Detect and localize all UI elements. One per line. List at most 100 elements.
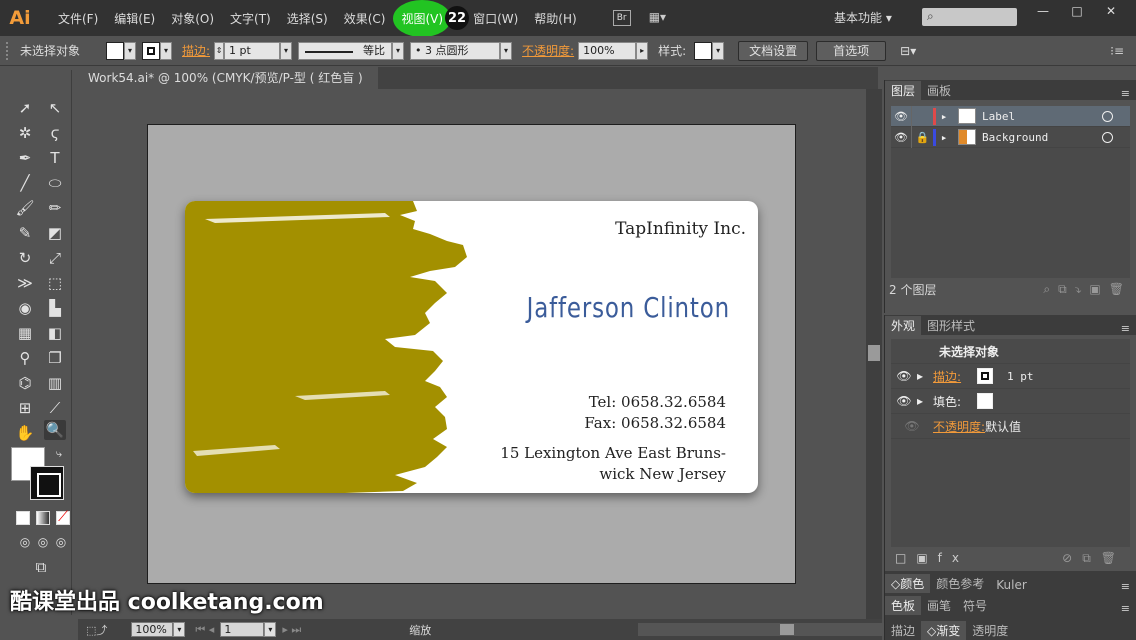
menu-view[interactable]: 视图(V) xyxy=(393,0,452,37)
horizontal-scroll-thumb[interactable] xyxy=(780,624,794,635)
type-tool-icon[interactable]: T xyxy=(44,148,66,168)
appearance-stroke-value[interactable]: 1 pt xyxy=(1007,370,1034,383)
appearance-opacity-row[interactable]: 👁 不透明度: 默认值 xyxy=(891,414,1130,439)
perspective-grid-tool-icon[interactable]: ▙ xyxy=(44,298,66,318)
slice-tool-icon[interactable]: ⟋ xyxy=(44,398,66,418)
panel-menu-icon[interactable]: ≡ xyxy=(1121,580,1130,593)
tab-artboards[interactable]: 画板 xyxy=(921,81,957,100)
opacity-dropdown[interactable]: ▸ xyxy=(636,41,649,60)
ellipse-tool-icon[interactable]: ⬭ xyxy=(44,173,66,193)
appearance-fill-swatch[interactable] xyxy=(977,393,993,409)
preferences-button[interactable]: 首选项 xyxy=(816,40,887,61)
tab-transparency[interactable]: 透明度 xyxy=(966,621,1014,640)
page-dropdown[interactable]: ▾ xyxy=(264,622,277,637)
pen-tool-icon[interactable]: ✒ xyxy=(14,148,36,168)
document-tab[interactable]: Work54.ai* @ 100% (CMYK/预览/P-型 ( 红色盲 ) )… xyxy=(78,67,378,107)
menu-window[interactable]: 窗口(W) xyxy=(465,10,526,27)
eye-icon[interactable]: 👁 xyxy=(891,106,911,127)
business-card[interactable]: TapInfinity Inc. Jafferson Clinton Tel: … xyxy=(185,201,758,493)
tab-appearance[interactable]: 外观 xyxy=(885,316,922,335)
tab-swatches[interactable]: 色板 xyxy=(885,596,922,615)
target-icon[interactable] xyxy=(1102,131,1113,143)
tab-graphic-styles[interactable]: 图形样式 xyxy=(921,316,981,335)
eye-icon[interactable]: 👁 xyxy=(891,369,917,383)
tab-symbols[interactable]: 符号 xyxy=(957,596,993,615)
paintbrush-tool-icon[interactable]: 🖌 xyxy=(14,198,36,218)
appearance-actions-icons[interactable]: □▣fx xyxy=(895,551,969,565)
line-tool-icon[interactable]: ╱ xyxy=(14,173,36,193)
layer-name[interactable]: Label xyxy=(982,110,1102,123)
artboard-tool-icon[interactable]: ⊞ xyxy=(14,398,36,418)
opacity-field[interactable]: 100% xyxy=(578,41,637,60)
next-page-icon[interactable]: ▸ ⏭ xyxy=(282,623,301,637)
arrange-icon[interactable]: ⊟▾ xyxy=(900,44,916,58)
zoom-field[interactable]: 100% xyxy=(131,622,174,637)
brush-dropdown[interactable]: ▾ xyxy=(500,41,513,60)
menu-help[interactable]: 帮助(H) xyxy=(526,10,584,27)
stroke-color-box[interactable] xyxy=(30,466,64,500)
search-input[interactable]: ⌕ xyxy=(922,8,1017,26)
tab-stroke[interactable]: 描边 xyxy=(885,621,921,640)
menu-effect[interactable]: 效果(C) xyxy=(336,10,394,27)
rotate-tool-icon[interactable]: ↻ xyxy=(14,248,36,268)
pencil-tool-icon[interactable]: ✏ xyxy=(44,198,66,218)
appearance-fill-row[interactable]: 👁 ▸ 填色: xyxy=(891,389,1130,414)
width-tool-icon[interactable]: ≫ xyxy=(14,273,36,293)
canvas-area[interactable]: TapInfinity Inc. Jafferson Clinton Tel: … xyxy=(78,89,866,619)
variable-width-profile[interactable]: 等比 xyxy=(298,41,393,60)
draw-inside-icon[interactable]: ◎ xyxy=(50,532,72,552)
tab-brushes[interactable]: 画笔 xyxy=(921,596,957,615)
expand-arrow-icon[interactable]: ▸ xyxy=(917,394,933,408)
gradient-mode-icon[interactable] xyxy=(36,511,50,525)
layer-actions-icons[interactable]: ⌕⧉⤵▣🗑 xyxy=(1043,282,1132,297)
eyedropper-tool-icon[interactable]: ⚲ xyxy=(14,348,36,368)
tab-gradient[interactable]: ◇渐变 xyxy=(921,621,967,640)
stroke-weight-field[interactable]: 1 pt xyxy=(224,41,281,60)
zoom-dropdown[interactable]: ▾ xyxy=(173,622,186,637)
hand-tool-icon[interactable]: ✋ xyxy=(14,423,36,443)
status-icons[interactable]: ⬚⤴ xyxy=(86,622,107,638)
target-icon[interactable] xyxy=(1102,110,1113,122)
free-transform-tool-icon[interactable]: ⬚ xyxy=(44,273,66,293)
panel-menu-icon[interactable]: ⁝≡ xyxy=(1110,44,1124,58)
lock-slot[interactable] xyxy=(911,105,933,127)
stroke-weight-dropdown[interactable]: ▾ xyxy=(280,41,293,60)
menu-type[interactable]: 文字(T) xyxy=(222,10,279,27)
magic-wand-tool-icon[interactable]: ✲ xyxy=(14,123,36,143)
panel-menu-icon[interactable]: ≡ xyxy=(1121,87,1130,100)
first-page-icon[interactable]: ⏮ ◂ xyxy=(195,623,214,637)
document-setup-button[interactable]: 文档设置 xyxy=(738,40,809,61)
gradient-tool-icon[interactable]: ◧ xyxy=(44,323,66,343)
workspace-switcher[interactable]: 基本功能 ▾ xyxy=(834,9,892,26)
vertical-scrollbar[interactable] xyxy=(866,89,882,619)
close-button[interactable]: ✕ xyxy=(1094,0,1128,22)
eye-icon[interactable]: 👁 xyxy=(891,394,917,408)
stroke-swatch[interactable] xyxy=(142,41,160,60)
appearance-opacity-label[interactable]: 不透明度: xyxy=(933,418,985,435)
tab-color-guide[interactable]: 颜色参考 xyxy=(930,574,990,593)
appearance-trash-icons[interactable]: ⊘⧉🗑 xyxy=(1062,551,1126,566)
grip-handle[interactable] xyxy=(6,41,14,60)
mesh-tool-icon[interactable]: ▦ xyxy=(14,323,36,343)
profile-dropdown[interactable]: ▾ xyxy=(392,41,405,60)
swap-fill-stroke-icon[interactable]: ⤷ xyxy=(48,444,70,464)
expand-arrow-icon[interactable]: ▸ xyxy=(936,127,952,148)
minimize-button[interactable]: — xyxy=(1026,0,1060,22)
lasso-tool-icon[interactable]: ϛ xyxy=(44,123,66,143)
tab-kuler[interactable]: Kuler xyxy=(990,577,1033,593)
vertical-scroll-thumb[interactable] xyxy=(868,345,880,361)
blend-tool-icon[interactable]: ❐ xyxy=(44,348,66,368)
layer-row[interactable]: 👁 ▸ Label xyxy=(891,105,1130,127)
restore-button[interactable]: □ xyxy=(1060,0,1094,22)
appearance-stroke-swatch[interactable] xyxy=(977,368,993,384)
page-field[interactable]: 1 xyxy=(220,622,265,637)
eye-icon[interactable]: 👁 xyxy=(891,419,933,433)
blob-brush-tool-icon[interactable]: ✎ xyxy=(14,223,36,243)
shape-builder-tool-icon[interactable]: ◉ xyxy=(14,298,36,318)
graphic-style-swatch[interactable] xyxy=(694,41,713,60)
appearance-stroke-label[interactable]: 描边: xyxy=(933,368,977,385)
color-mode-icon[interactable] xyxy=(16,511,30,525)
eye-icon[interactable]: 👁 xyxy=(891,127,911,148)
layer-row[interactable]: 👁 🔒 ▸ Background xyxy=(891,126,1130,148)
tab-color[interactable]: ◇颜色 xyxy=(885,574,931,593)
